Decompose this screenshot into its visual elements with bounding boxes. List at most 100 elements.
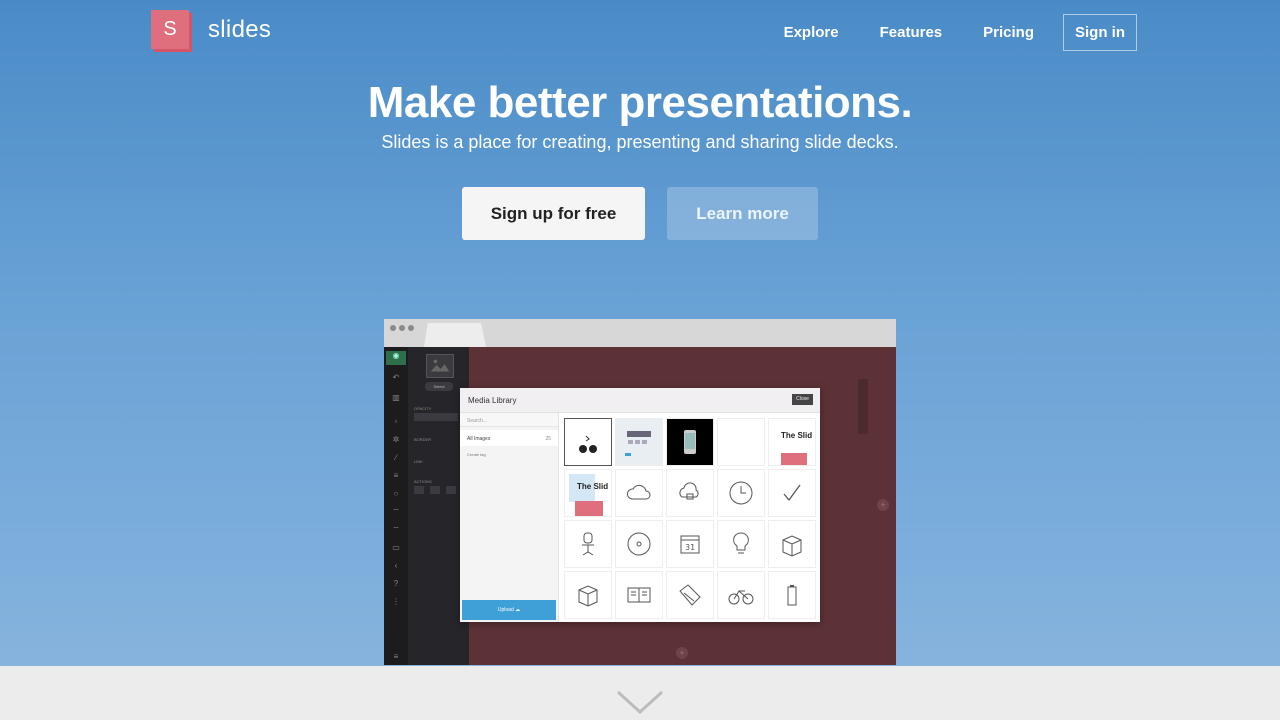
panel-label: LINK <box>414 459 423 464</box>
media-tile <box>615 520 663 568</box>
broadcast-icon: ⌔ <box>392 525 400 534</box>
media-tile <box>564 520 612 568</box>
media-tile <box>666 469 714 517</box>
window-dot-icon <box>399 325 405 331</box>
browser-tab <box>424 323 486 347</box>
menu-icon: ≡ <box>393 652 399 661</box>
media-grid: The Slid The Slid 31 <box>562 416 818 620</box>
add-slide-down-icon: + <box>676 647 688 659</box>
nav-features[interactable]: Features <box>880 24 943 41</box>
panel-label: BORDER <box>414 437 432 442</box>
close-button: Close <box>792 394 813 405</box>
chart-icon: ▥ <box>392 393 400 402</box>
media-library-header: Media Library Close <box>460 388 820 413</box>
media-tile <box>768 571 816 619</box>
upload-button: Upload ☁ <box>462 600 556 620</box>
panel-label: ACTIONS <box>414 479 432 484</box>
add-slide-right-icon: + <box>877 499 889 511</box>
more-icon: ⋮ <box>392 597 400 606</box>
nav-pricing[interactable]: Pricing <box>983 24 1034 41</box>
media-tile: The Slid <box>768 418 816 466</box>
media-tile <box>564 418 612 466</box>
wifi-icon: ⌔ <box>392 507 400 516</box>
box-icon <box>578 585 598 607</box>
disc-icon <box>627 532 651 556</box>
logo-thumb <box>575 501 603 516</box>
all-images-item: All Images 25 <box>460 430 558 446</box>
clock-icon <box>729 481 753 505</box>
media-tile <box>768 469 816 517</box>
book-icon <box>627 587 651 603</box>
duplicate-icon <box>430 486 440 494</box>
media-tile <box>717 469 765 517</box>
editor-screenshot: ◉ ↶ ▥ ▫ ✲ ∕ ≡ ○ ⌔ ⌔ ▭ ‹ ? ⋮ ≡ Select OPA… <box>384 319 896 665</box>
calendar-icon: 31 <box>680 535 700 554</box>
svg-text:31: 31 <box>685 543 695 552</box>
media-tile: The Slid <box>564 469 612 517</box>
editor-toolbar: ◉ ↶ ▥ ▫ ✲ ∕ ≡ ○ ⌔ ⌔ ▭ ‹ ? ⋮ ≡ <box>384 347 408 665</box>
media-tile <box>564 571 612 619</box>
checkmark-icon <box>783 484 801 502</box>
all-images-label: All Images <box>467 436 491 442</box>
upload-label: Upload <box>497 607 514 613</box>
sign-in-button[interactable]: Sign in <box>1063 14 1137 51</box>
cloud-icon <box>626 484 651 500</box>
window-dot-icon <box>408 325 414 331</box>
clock-icon: ○ <box>393 489 399 498</box>
lightbulb-icon <box>733 532 749 554</box>
media-library-dialog: Media Library Close Search... All Images… <box>460 388 820 622</box>
expand-icon <box>414 486 424 494</box>
hero-title: Make better presentations. <box>367 78 913 127</box>
gear-icon: ✲ <box>392 435 400 444</box>
media-library-title: Media Library <box>468 396 517 405</box>
media-tile <box>717 571 765 619</box>
media-tile <box>615 418 663 466</box>
top-nav: Explore Features Pricing Sign in <box>743 14 1137 51</box>
media-tile <box>717 418 765 466</box>
media-tile <box>615 571 663 619</box>
thumb-text: The Slid <box>577 482 609 491</box>
preview-icon: ◉ <box>386 351 406 365</box>
logo-thumb <box>781 453 807 465</box>
thumb-text: The Slid <box>781 431 813 440</box>
trash-icon <box>446 486 456 494</box>
cloud-lock-icon <box>679 482 699 500</box>
canvas-side-controls <box>858 379 868 434</box>
hero-subtitle: Slides is a place for creating, presenti… <box>381 132 899 152</box>
nav-explore[interactable]: Explore <box>784 24 839 41</box>
help-icon: ? <box>393 579 399 588</box>
window-dot-icon <box>390 325 396 331</box>
media-tile: 31 <box>666 520 714 568</box>
opacity-slider <box>414 413 458 421</box>
chevron-down-icon[interactable] <box>616 688 664 716</box>
browser-chrome <box>384 319 896 347</box>
image-placeholder-icon <box>426 354 454 378</box>
logo-mark: S <box>151 10 189 49</box>
media-tile <box>717 520 765 568</box>
battery-icon <box>787 585 797 606</box>
lock-icon: ▫ <box>394 417 398 426</box>
cloud-upload-icon: ☁ <box>515 607 521 613</box>
media-tile <box>768 520 816 568</box>
print-icon: ▭ <box>392 543 400 552</box>
share-icon: ‹ <box>394 561 398 570</box>
open-box-icon <box>782 535 802 557</box>
media-tile <box>666 571 714 619</box>
brush-icon: ∕ <box>395 453 397 462</box>
logo-text: slides <box>208 15 272 43</box>
undo-icon: ↶ <box>392 373 400 382</box>
chair-icon <box>582 532 594 556</box>
all-images-count: 25 <box>545 436 551 442</box>
media-tile <box>666 418 714 466</box>
media-sidebar: Search... All Images 25 Create tag Uploa… <box>460 413 559 622</box>
bicycle-icon <box>728 590 754 605</box>
media-search-input: Search... <box>460 413 558 427</box>
select-button: Select <box>425 382 453 391</box>
media-tile <box>615 469 663 517</box>
logo[interactable]: S slides <box>151 10 271 49</box>
sign-up-button[interactable]: Sign up for free <box>462 187 645 240</box>
panel-label: OPACITY <box>414 406 432 411</box>
create-tag-link: Create tag <box>467 452 486 457</box>
learn-more-button[interactable]: Learn more <box>667 187 818 240</box>
map-icon <box>679 584 701 606</box>
